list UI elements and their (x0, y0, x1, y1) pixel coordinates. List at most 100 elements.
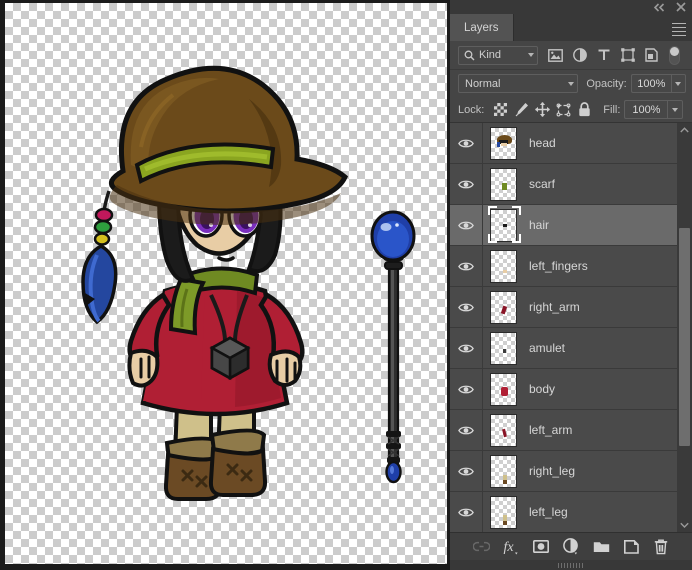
thumbnail-image (490, 413, 517, 447)
lock-transparent-pixels-icon[interactable] (490, 100, 511, 120)
layer-row-left_fingers[interactable]: left_fingers (450, 245, 677, 287)
link-layers-button[interactable] (471, 537, 491, 557)
search-icon (464, 50, 475, 60)
layer-list[interactable]: head scarf hair left_fingers right_armamulet… (450, 123, 692, 532)
layer-row-right_arm[interactable]: right_arm (450, 286, 677, 328)
layer-name-label: left_arm (529, 423, 573, 437)
eye-icon (458, 385, 474, 393)
layer-thumbnail-left_leg[interactable] (487, 493, 520, 531)
layer-thumbnail-right_leg[interactable] (487, 452, 520, 490)
layer-visibility-toggle-hair[interactable] (450, 204, 483, 246)
scrollbar-thumb[interactable] (679, 228, 690, 446)
layer-visibility-toggle-left_leg[interactable] (450, 491, 483, 532)
filter-enable-toggle[interactable] (669, 45, 680, 65)
thumbnail-image (490, 454, 517, 488)
scroll-up-icon[interactable] (677, 123, 692, 137)
collapse-panel-icon[interactable] (653, 2, 665, 12)
lock-artboard-nesting-icon[interactable] (553, 100, 574, 120)
blend-mode-dropdown[interactable]: Normal (458, 74, 579, 93)
layer-row-hair[interactable]: hair (450, 204, 677, 246)
lock-position-icon[interactable] (532, 100, 553, 120)
thumbnail-image (490, 290, 517, 324)
thumbnail-image (490, 495, 517, 529)
legs-artwork (163, 403, 268, 501)
layer-row-scarf[interactable]: scarf (450, 163, 677, 205)
staff-artwork (370, 210, 416, 484)
layer-name-label: amulet (529, 341, 566, 355)
opacity-stepper[interactable] (670, 74, 686, 93)
panel-body: Kind Normal Opacity: 100% Lock: Fill: 10… (450, 41, 692, 570)
panel-menu-icon[interactable] (666, 14, 692, 41)
adjustment-layer-button[interactable] (561, 537, 581, 557)
panel-window-controls (450, 0, 692, 14)
layer-visibility-toggle-right_leg[interactable] (450, 450, 483, 492)
layer-visibility-toggle-amulet[interactable] (450, 327, 483, 369)
layer-thumbnail-head[interactable] (487, 124, 520, 162)
layer-row-body[interactable]: body (450, 368, 677, 410)
layer-visibility-toggle-left_arm[interactable] (450, 409, 483, 451)
thumbnail-image (490, 167, 517, 201)
scrollbar-track[interactable] (677, 137, 692, 518)
layer-name-label: right_arm (529, 300, 580, 314)
layer-visibility-toggle-scarf[interactable] (450, 163, 483, 205)
opacity-input[interactable]: 100% (630, 74, 671, 93)
fill-stepper[interactable] (667, 100, 684, 119)
scroll-down-icon[interactable] (677, 518, 692, 532)
layer-row-right_leg[interactable]: right_leg (450, 450, 677, 492)
layer-thumbnail-scarf[interactable] (487, 165, 520, 203)
layer-thumbnail-amulet[interactable] (487, 329, 520, 367)
tab-layers[interactable]: Layers (450, 14, 514, 41)
canvas-area[interactable] (0, 0, 450, 570)
opacity-label: Opacity: (586, 77, 627, 90)
layer-visibility-toggle-body[interactable] (450, 368, 483, 410)
layer-list-scrollbar[interactable] (677, 123, 692, 532)
fill-label: Fill: (603, 103, 621, 116)
layer-row-amulet[interactable]: amulet (450, 327, 677, 369)
filter-type-layers-icon[interactable] (593, 45, 614, 66)
layer-row-left_arm[interactable]: left_arm (450, 409, 677, 451)
layer-thumbnail-body[interactable] (487, 370, 520, 408)
filter-adjustment-layers-icon[interactable] (569, 45, 590, 66)
fill-input[interactable]: 100% (624, 100, 668, 119)
filter-smart-object-layers-icon[interactable] (641, 45, 662, 66)
blend-mode-value: Normal (465, 77, 501, 90)
layer-thumbnail-right_arm[interactable] (487, 288, 520, 326)
layer-name-label: body (529, 382, 556, 396)
svg-text:fx: fx (503, 540, 514, 555)
eye-icon (458, 221, 474, 229)
layer-visibility-toggle-head[interactable] (450, 123, 483, 164)
thumbnail-image (490, 249, 517, 283)
layer-name-label: left_leg (529, 505, 568, 519)
eye-icon (458, 467, 474, 475)
layer-styles-button[interactable]: fx (501, 537, 521, 557)
new-layer-button[interactable] (621, 537, 641, 557)
layer-thumbnail-left_fingers[interactable] (487, 247, 520, 285)
layer-visibility-toggle-right_arm[interactable] (450, 286, 483, 328)
layer-row-head[interactable]: head (450, 123, 677, 164)
eye-icon (458, 303, 474, 311)
lock-image-pixels-icon[interactable] (511, 100, 532, 120)
close-icon[interactable] (676, 2, 686, 12)
hat-charm-artwork (81, 190, 118, 325)
tab-bar-empty-space (513, 14, 666, 41)
document-canvas-transparent-background[interactable] (5, 3, 447, 564)
panel-resize-grip[interactable] (450, 560, 692, 570)
filter-shape-layers-icon[interactable] (617, 45, 638, 66)
lock-all-icon[interactable] (574, 100, 595, 120)
layer-name-label: left_fingers (529, 259, 588, 273)
new-group-button[interactable] (591, 537, 611, 557)
layer-row-left_leg[interactable]: left_leg (450, 491, 677, 532)
lock-label: Lock: (458, 103, 485, 116)
layer-name-label: right_leg (529, 464, 576, 478)
layer-mask-button[interactable] (531, 537, 551, 557)
filter-pixel-layers-icon[interactable] (545, 45, 566, 66)
thumbnail-image (490, 126, 517, 160)
layer-filter-bar: Kind (450, 41, 692, 70)
layer-thumbnail-hair[interactable] (487, 206, 521, 244)
layer-thumbnail-left_arm[interactable] (487, 411, 520, 449)
delete-layer-button[interactable] (651, 537, 671, 557)
layer-name-label: hair (529, 218, 550, 232)
thumbnail-image (490, 208, 517, 242)
filter-kind-dropdown[interactable]: Kind (458, 45, 538, 65)
layer-visibility-toggle-left_fingers[interactable] (450, 245, 483, 287)
